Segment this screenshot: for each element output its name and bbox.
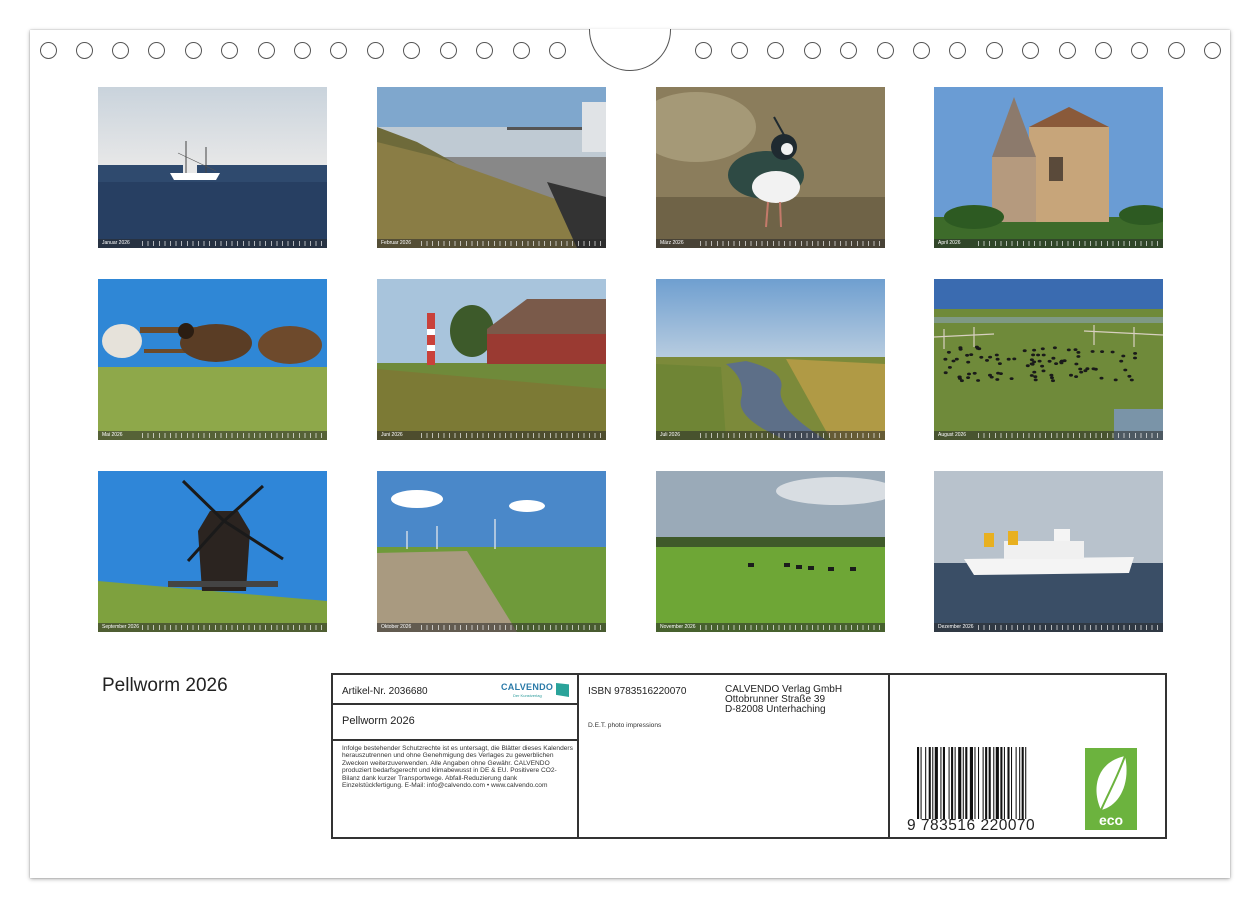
fishing-boat-photo (98, 87, 327, 248)
month-label: Oktober 2026 (381, 624, 412, 630)
month-label: Juni 2026 (381, 432, 403, 438)
binding-hole (804, 42, 821, 59)
binding-hole (221, 42, 238, 59)
lapwing-photo (656, 87, 885, 248)
calvendo-mark-icon (556, 683, 569, 697)
month-label: August 2026 (938, 432, 967, 438)
month-label: Januar 2026 (102, 240, 130, 246)
eco-badge: eco (1085, 748, 1137, 830)
month-photo-march: März 2026 (656, 87, 885, 248)
binding-hole (731, 42, 748, 59)
binding-hole (1059, 42, 1076, 59)
cattle-pasture-photo (656, 471, 885, 632)
dike-windturbines-photo (377, 471, 606, 632)
binding-hole (549, 42, 566, 59)
binding-hole (1022, 42, 1039, 59)
month-photo-june: Juni 2026 (377, 279, 606, 440)
windmill-photo (98, 471, 327, 632)
binding-hole (258, 42, 275, 59)
month-label: April 2026 (938, 240, 961, 246)
binding-hole (40, 42, 57, 59)
hanger-cutout (589, 29, 671, 71)
month-photo-may: Mai 2026 (98, 279, 327, 440)
photographer: D.E.T. photo impressions (588, 722, 662, 729)
binding-hole (1095, 42, 1112, 59)
binding-hole (695, 42, 712, 59)
church-photo (934, 87, 1163, 248)
month-label: Februar 2026 (381, 240, 412, 246)
binding-hole (148, 42, 165, 59)
legal-notice: Infolge bestehender Schutzrechte ist es … (342, 745, 573, 790)
harbour-dike-photo (377, 87, 606, 248)
barcode-digits: 9 783516 220070 (907, 817, 1036, 834)
month-photo-august: August 2026 (934, 279, 1163, 440)
binding-hole (913, 42, 930, 59)
binding-hole (112, 42, 129, 59)
isbn: ISBN 9783516220070 (588, 686, 687, 697)
binding-hole (367, 42, 384, 59)
sheep-photo (98, 279, 327, 440)
month-photo-january: Januar 2026 (98, 87, 327, 248)
binding-hole (330, 42, 347, 59)
month-label: Mai 2026 (102, 432, 123, 438)
article-number: Artikel-Nr. 2036680 (342, 686, 428, 697)
month-label: Juli 2026 (660, 432, 681, 438)
product-title: Pellworm 2026 (342, 715, 415, 727)
binding-hole (513, 42, 530, 59)
binding-hole (1168, 42, 1185, 59)
binding-hole (767, 42, 784, 59)
binding-hole (294, 42, 311, 59)
binding-hole (476, 42, 493, 59)
binding-hole (1204, 42, 1221, 59)
binding-hole (185, 42, 202, 59)
ferry-photo (934, 471, 1163, 632)
binding-hole (840, 42, 857, 59)
month-photo-november: November 2026 (656, 471, 885, 632)
product-info-box: Artikel-Nr. 2036680 CALVENDO Der Kunstve… (331, 673, 1167, 839)
binding-hole (76, 42, 93, 59)
month-label: Dezember 2026 (938, 624, 974, 630)
binding-hole (403, 42, 420, 59)
binding-hole (1131, 42, 1148, 59)
binding-hole (986, 42, 1003, 59)
month-photo-february: Februar 2026 (377, 87, 606, 248)
month-photo-december: Dezember 2026 (934, 471, 1163, 632)
calendar-title: Pellworm 2026 (102, 675, 228, 696)
lighthouse-house-photo (377, 279, 606, 440)
month-photo-september: September 2026 (98, 471, 327, 632)
calvendo-logo: CALVENDO Der Kunstverlag (501, 682, 569, 700)
marsh-creek-photo (656, 279, 885, 440)
publisher-city: D-82008 Unterhaching (725, 704, 826, 715)
month-photo-october: Oktober 2026 (377, 471, 606, 632)
binding-hole (877, 42, 894, 59)
binding-hole (949, 42, 966, 59)
calendar-back-sheet: Januar 2026 Februar 2026 März 2026 April… (30, 29, 1230, 878)
month-photo-april: April 2026 (934, 87, 1163, 248)
month-photo-july: Juli 2026 (656, 279, 885, 440)
month-label: März 2026 (660, 240, 684, 246)
saltmarsh-birds-photo (934, 279, 1163, 440)
ean-barcode (917, 747, 1027, 819)
month-label: September 2026 (102, 624, 139, 630)
month-label: November 2026 (660, 624, 696, 630)
binding-hole (440, 42, 457, 59)
